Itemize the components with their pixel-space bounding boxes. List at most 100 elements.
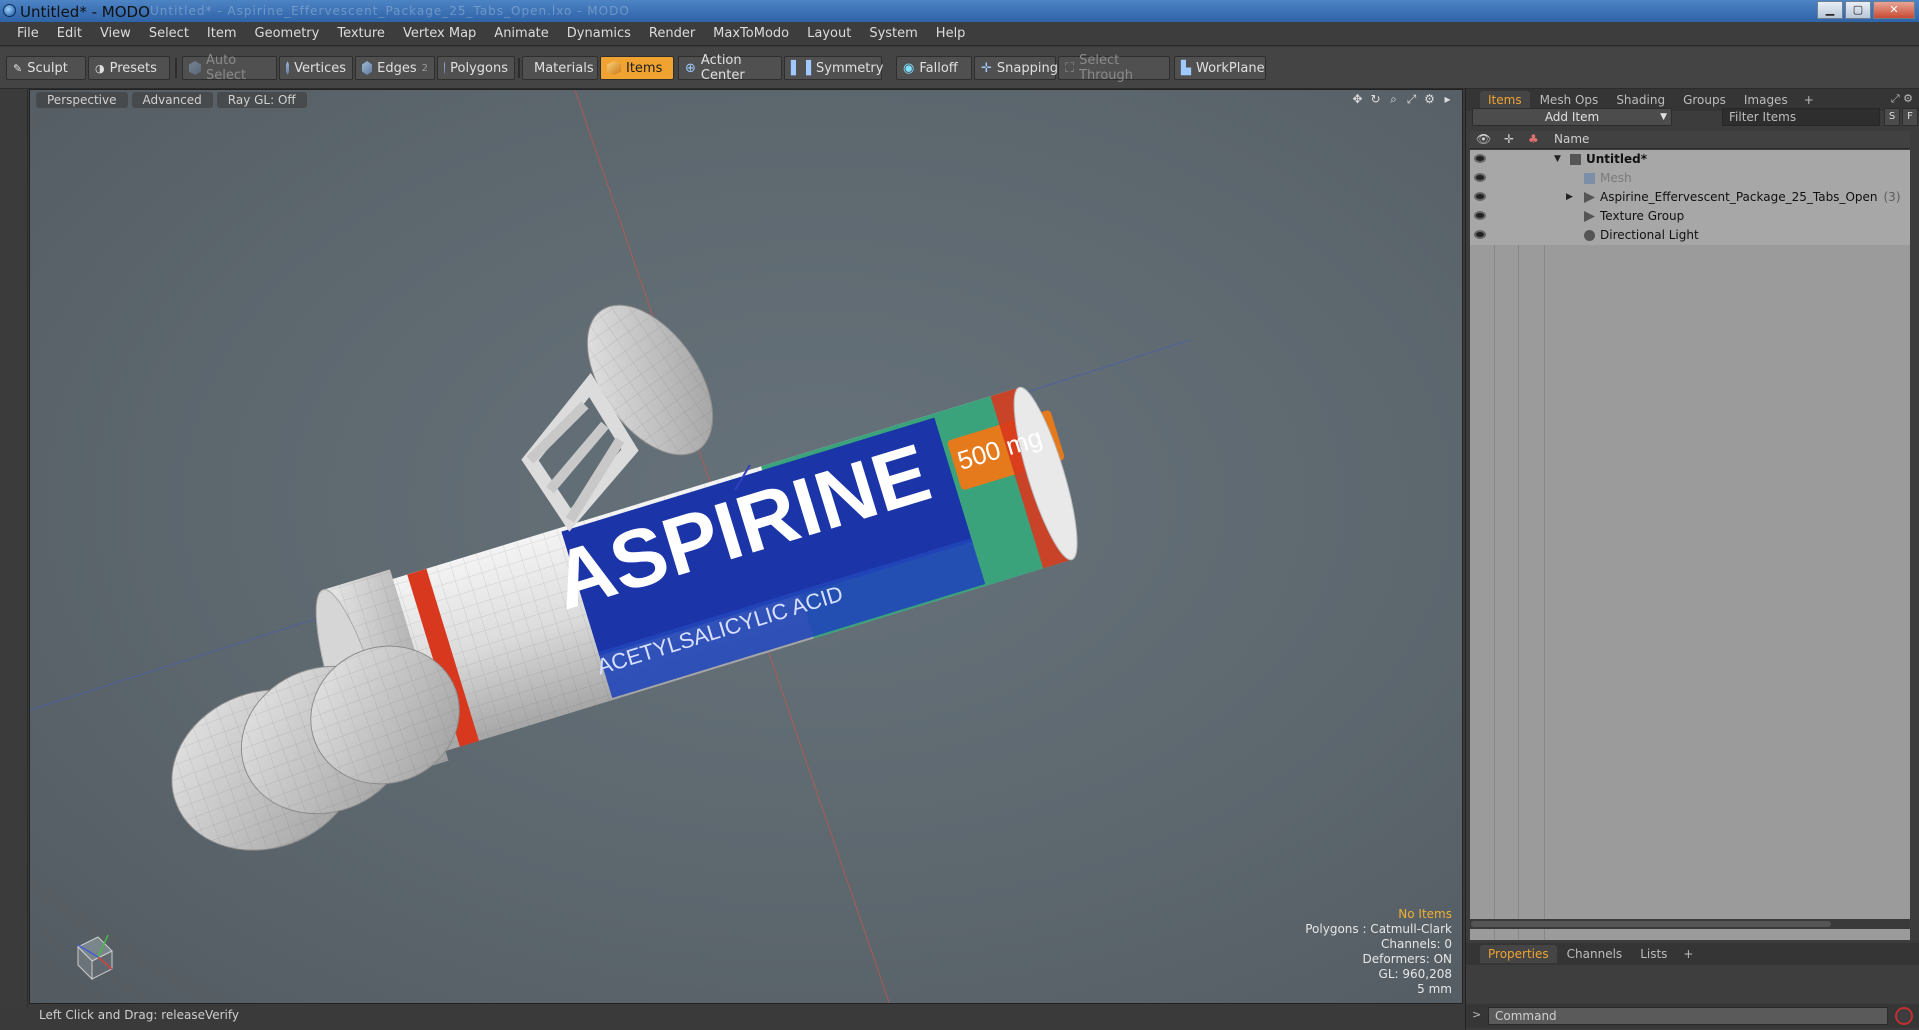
tree-row-label: Mesh (1600, 171, 1632, 185)
menu-edit[interactable]: Edit (48, 26, 91, 41)
panel-options-icon[interactable]: ⤢ ⚙ (1891, 92, 1913, 106)
dropdown-arrow-icon: ▼ (1660, 112, 1667, 122)
filter-f-button[interactable]: F (1902, 108, 1918, 126)
item-tree-header: 👁 ✛ ♣ Name (1470, 131, 1910, 149)
tab-images[interactable]: Images (1736, 91, 1796, 109)
tab-mesh-ops[interactable]: Mesh Ops (1532, 91, 1607, 109)
add-tab-icon[interactable]: + (1798, 93, 1820, 107)
action-center-button[interactable]: ⊕ Action Center (678, 53, 782, 83)
symmetry-button[interactable]: ▌▐ Symmetry (784, 56, 884, 80)
scene-render: ASPIRINE ACETYLSALICYLIC ACID 500 mg (30, 90, 1191, 1003)
maximize-button[interactable]: ▢ (1845, 1, 1871, 19)
polygons-icon (444, 61, 446, 75)
3d-viewport[interactable]: Perspective Advanced Ray GL: Off ✥ ↻ ⌕ ⤢… (29, 89, 1463, 1004)
mesh-icon (1584, 173, 1595, 184)
tree-row-untitled[interactable]: ▼ Untitled* (1470, 150, 1910, 169)
menu-texture[interactable]: Texture (328, 26, 394, 41)
lock-column-icon[interactable]: ✛ (1504, 132, 1514, 146)
workplane-icon: ▙ (1181, 60, 1191, 76)
tree-row-directional-light[interactable]: Directional Light (1470, 226, 1910, 245)
add-item-button[interactable]: Add Item ▼ (1472, 108, 1672, 126)
tree-row-texture-group[interactable]: Texture Group (1470, 207, 1910, 226)
menu-vertex-map[interactable]: Vertex Map (394, 26, 485, 41)
item-tree-scrollbar[interactable] (1470, 919, 1910, 929)
axis-orientation-gizmo (77, 934, 113, 981)
close-button[interactable]: ✕ (1873, 1, 1915, 19)
menu-animate[interactable]: Animate (485, 26, 557, 41)
tab-properties[interactable]: Properties (1480, 945, 1557, 963)
modo-logo-icon (3, 4, 16, 17)
menu-maxtomodo[interactable]: MaxToModo (704, 26, 798, 41)
menu-layout[interactable]: Layout (798, 26, 860, 41)
edges-count: 2 (421, 62, 428, 74)
select-through-icon: ⛶ (1065, 60, 1075, 76)
materials-button[interactable]: Materials (522, 56, 598, 80)
expand-triangle-icon[interactable]: ▶ (1566, 188, 1573, 207)
name-column-header[interactable]: Name (1554, 132, 1589, 146)
tree-row-mesh[interactable]: Mesh (1470, 169, 1910, 188)
tab-lists[interactable]: Lists (1632, 945, 1675, 963)
command-input[interactable]: Command (1488, 1007, 1888, 1025)
brush-icon: ✎ (13, 61, 23, 75)
left-tool-strip[interactable] (0, 89, 28, 1007)
falloff-icon: ◉ (903, 60, 915, 76)
menu-item[interactable]: Item (198, 26, 246, 41)
visibility-eye-icon[interactable] (1474, 230, 1486, 239)
tab-shading[interactable]: Shading (1608, 91, 1673, 109)
items-label: Items (626, 60, 663, 76)
group-icon (1584, 211, 1595, 222)
presets-icon: ◑ (95, 61, 105, 75)
tree-row-label: Untitled* (1586, 152, 1647, 166)
record-macro-button[interactable] (1895, 1007, 1913, 1025)
visibility-eye-icon[interactable] (1474, 211, 1486, 220)
tree-row-aspirine-package[interactable]: ▶ Aspirine_Effervescent_Package_25_Tabs_… (1470, 188, 1910, 207)
visibility-eye-icon[interactable] (1474, 192, 1486, 201)
sculpt-button[interactable]: ✎ Sculpt (6, 56, 86, 80)
light-icon (1584, 230, 1595, 241)
viewport-info-overlay: No Items Polygons : Catmull-Clark Channe… (1305, 907, 1452, 997)
menubar: File Edit View Select Item Geometry Text… (0, 22, 1919, 46)
select-through-button[interactable]: ⛶ Select Through (1058, 53, 1170, 83)
visibility-column-icon[interactable]: 👁 (1476, 132, 1491, 146)
minimize-button[interactable]: ▁ (1817, 1, 1843, 19)
expand-triangle-icon[interactable]: ▼ (1554, 150, 1561, 169)
vertices-label: Vertices (294, 60, 346, 76)
crosshair-icon: ⊕ (685, 60, 696, 76)
polygons-button[interactable]: Polygons (437, 56, 515, 80)
items-button[interactable]: Items (600, 56, 674, 80)
workplane-button[interactable]: ▙ WorkPlane (1174, 56, 1266, 80)
add-item-label: Add Item (1544, 110, 1600, 124)
edges-button[interactable]: Edges 2 (355, 56, 435, 80)
action-center-label: Action Center (700, 53, 745, 83)
snapping-button[interactable]: ✛ Snapping (974, 56, 1058, 80)
edges-icon (362, 61, 373, 75)
symmetry-label: Symmetry (816, 60, 884, 76)
render-column-icon[interactable]: ♣ (1528, 132, 1539, 146)
tab-items[interactable]: Items (1480, 91, 1530, 109)
filter-items-input[interactable]: Filter Items (1722, 108, 1880, 126)
select-through-label: Select Through (1079, 53, 1134, 83)
tab-groups[interactable]: Groups (1675, 91, 1734, 109)
tab-channels[interactable]: Channels (1559, 945, 1631, 963)
edges-label: Edges (377, 60, 417, 76)
command-bar: > Command (1466, 1004, 1919, 1028)
menu-geometry[interactable]: Geometry (246, 26, 329, 41)
visibility-eye-icon[interactable] (1474, 173, 1486, 182)
filter-s-button[interactable]: S (1884, 108, 1900, 126)
deformers-status: Deformers: ON (1362, 952, 1452, 966)
menu-dynamics[interactable]: Dynamics (558, 26, 640, 41)
snapping-icon: ✛ (981, 60, 992, 76)
falloff-button[interactable]: ◉ Falloff (896, 56, 972, 80)
menu-file[interactable]: File (8, 26, 48, 41)
menu-select[interactable]: Select (140, 26, 198, 41)
add-tab-icon[interactable]: + (1677, 947, 1699, 961)
menu-help[interactable]: Help (927, 26, 975, 41)
visibility-eye-icon[interactable] (1474, 154, 1486, 163)
menu-render[interactable]: Render (640, 26, 704, 41)
auto-select-button[interactable]: Auto Select (182, 53, 277, 83)
toolbar-separator (175, 58, 177, 78)
presets-button[interactable]: ◑ Presets (88, 56, 170, 80)
vertices-button[interactable]: Vertices (279, 56, 353, 80)
menu-view[interactable]: View (91, 26, 140, 41)
menu-system[interactable]: System (860, 26, 926, 41)
